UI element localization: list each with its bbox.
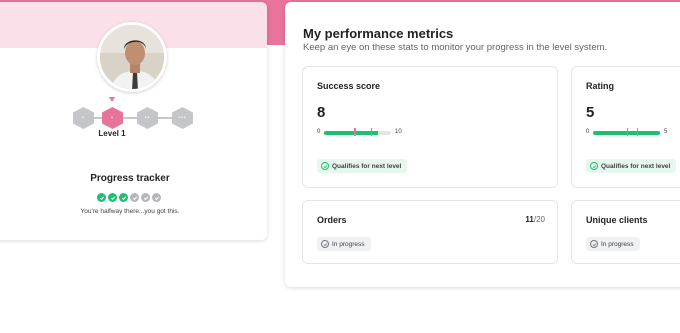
rating-value: 5 [586, 104, 595, 121]
rating-status: Qualifies for next level [601, 162, 671, 170]
check-circle-icon [590, 240, 598, 248]
level-0-glyph: • [82, 115, 85, 121]
metrics-subtitle: Keep an eye on these stats to monitor yo… [303, 42, 608, 53]
unique-clients-title: Unique clients [586, 215, 648, 225]
success-score-threshold-0 [354, 128, 356, 136]
rating-threshold-0 [626, 128, 628, 136]
level-2-glyph: •• [144, 115, 151, 121]
orders-count: 11/20 [525, 215, 545, 224]
level-1-glyph: • [111, 115, 114, 121]
check-circle-icon [321, 162, 329, 170]
orders-count-total: /20 [533, 215, 545, 224]
success-score-tile[interactable]: Success score 8 0 10 Qualifies for next … [302, 66, 558, 188]
orders-title: Orders [317, 215, 347, 225]
metrics-card: My performance metrics Keep an eye on th… [285, 2, 680, 287]
rating-max: 5 [664, 129, 668, 135]
level-1-badge[interactable]: • [102, 107, 123, 129]
progress-step-check-icon [130, 193, 139, 202]
success-score-threshold-1 [370, 128, 373, 136]
unique-clients-status-badge: In progress [586, 237, 640, 251]
level-3-glyph: ••• [178, 115, 187, 121]
progress-step-check-icon [141, 193, 150, 202]
progress-step-check-icon [119, 193, 128, 202]
level-3-badge[interactable]: ••• [172, 107, 193, 129]
rating-min: 0 [586, 129, 590, 135]
success-score-max: 10 [395, 129, 402, 135]
progress-step-check-icon [108, 193, 117, 202]
progress-step-check-icon [152, 193, 161, 202]
progress-tracker-title: Progress tracker [90, 173, 170, 184]
progress-step-check-icon [97, 193, 106, 202]
level-label: Level 1 [98, 129, 126, 138]
unique-clients-status: In progress [601, 240, 634, 248]
success-score-status: Qualifies for next level [332, 162, 402, 170]
metrics-title: My performance metrics [303, 26, 454, 41]
orders-status: In progress [332, 240, 365, 248]
progress-tracker-checks [97, 193, 161, 202]
check-circle-icon [590, 162, 598, 170]
avatar[interactable] [97, 22, 167, 92]
success-score-title: Success score [317, 81, 381, 91]
success-score-value: 8 [317, 104, 326, 121]
rating-tile[interactable]: Rating 5 0 5 Qualifies for next level [571, 66, 680, 188]
rating-threshold-1 [636, 128, 639, 136]
orders-count-value: 11 [525, 215, 534, 224]
progress-tracker-subtitle: You're halfway there...you got this. [80, 208, 180, 215]
level-0-badge[interactable]: • [73, 107, 94, 129]
rating-status-badge: Qualifies for next level [586, 159, 677, 173]
success-score-min: 0 [317, 129, 321, 135]
level-2-badge[interactable]: •• [137, 107, 158, 129]
success-score-status-badge: Qualifies for next level [317, 159, 408, 173]
rating-title: Rating [586, 81, 614, 91]
orders-tile[interactable]: Orders 11/20 In progress [302, 200, 558, 264]
current-level-marker-icon [109, 97, 115, 102]
success-score-bar-fill [324, 131, 378, 135]
unique-clients-tile[interactable]: Unique clients In progress [571, 200, 680, 264]
orders-status-badge: In progress [317, 237, 371, 251]
check-circle-icon [321, 240, 329, 248]
success-score-bar [324, 131, 391, 135]
